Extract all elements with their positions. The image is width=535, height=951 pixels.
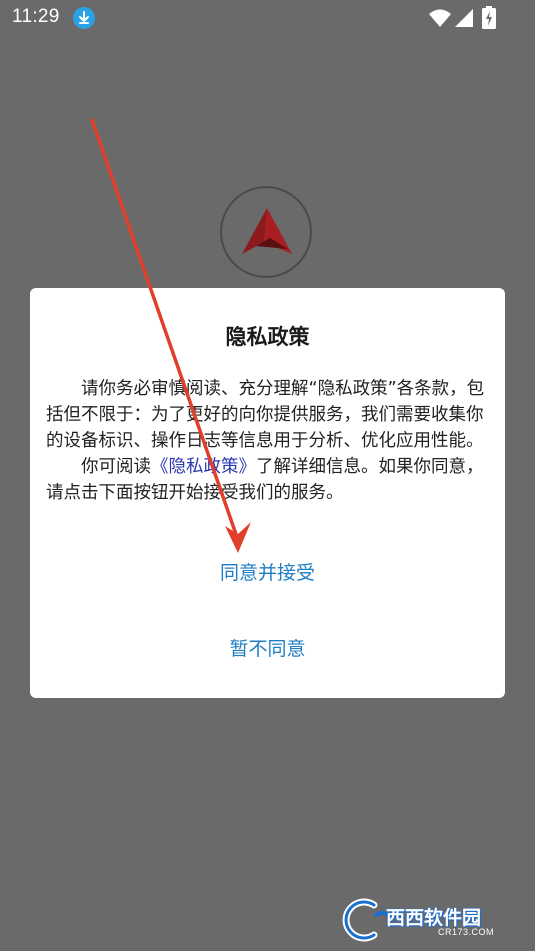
battery-icon bbox=[482, 6, 496, 34]
signal-icon bbox=[454, 8, 474, 32]
download-icon bbox=[73, 7, 95, 29]
watermark: 西西软件园 CR173.COM bbox=[334, 897, 516, 943]
watermark-logo-icon bbox=[342, 898, 390, 942]
privacy-policy-link[interactable]: 《隐私政策》 bbox=[151, 457, 256, 477]
dialog-body: 请你务必审慎阅读、充分理解“隐私政策”各条款，包括但不限于：为了更好的向你提供服… bbox=[46, 376, 489, 506]
wifi-icon bbox=[428, 8, 452, 32]
dialog-title: 隐私政策 bbox=[225, 325, 310, 349]
dialog-paragraph-2: 你可阅读《隐私政策》了解详细信息。如果你同意，请点击下面按钮开始接受我们的服务。 bbox=[46, 454, 489, 506]
status-bar: 11:29 bbox=[0, 0, 535, 36]
accept-button[interactable]: 同意并接受 bbox=[30, 556, 505, 590]
dialog-paragraph-1: 请你务必审慎阅读、充分理解“隐私政策”各条款，包括但不限于：为了更好的向你提供服… bbox=[46, 379, 485, 451]
privacy-dialog: 隐私政策 请你务必审慎阅读、充分理解“隐私政策”各条款，包括但不限于：为了更好的… bbox=[30, 288, 505, 698]
watermark-text: 西西软件园 bbox=[386, 908, 482, 929]
red-triangle-logo-icon bbox=[242, 208, 292, 254]
status-time: 11:29 bbox=[12, 6, 60, 27]
paragraph-2-intro: 你可阅读 bbox=[81, 457, 151, 477]
decline-button[interactable]: 暂不同意 bbox=[30, 632, 505, 666]
watermark-subtext: CR173.COM bbox=[438, 927, 495, 937]
app-logo bbox=[220, 186, 312, 278]
